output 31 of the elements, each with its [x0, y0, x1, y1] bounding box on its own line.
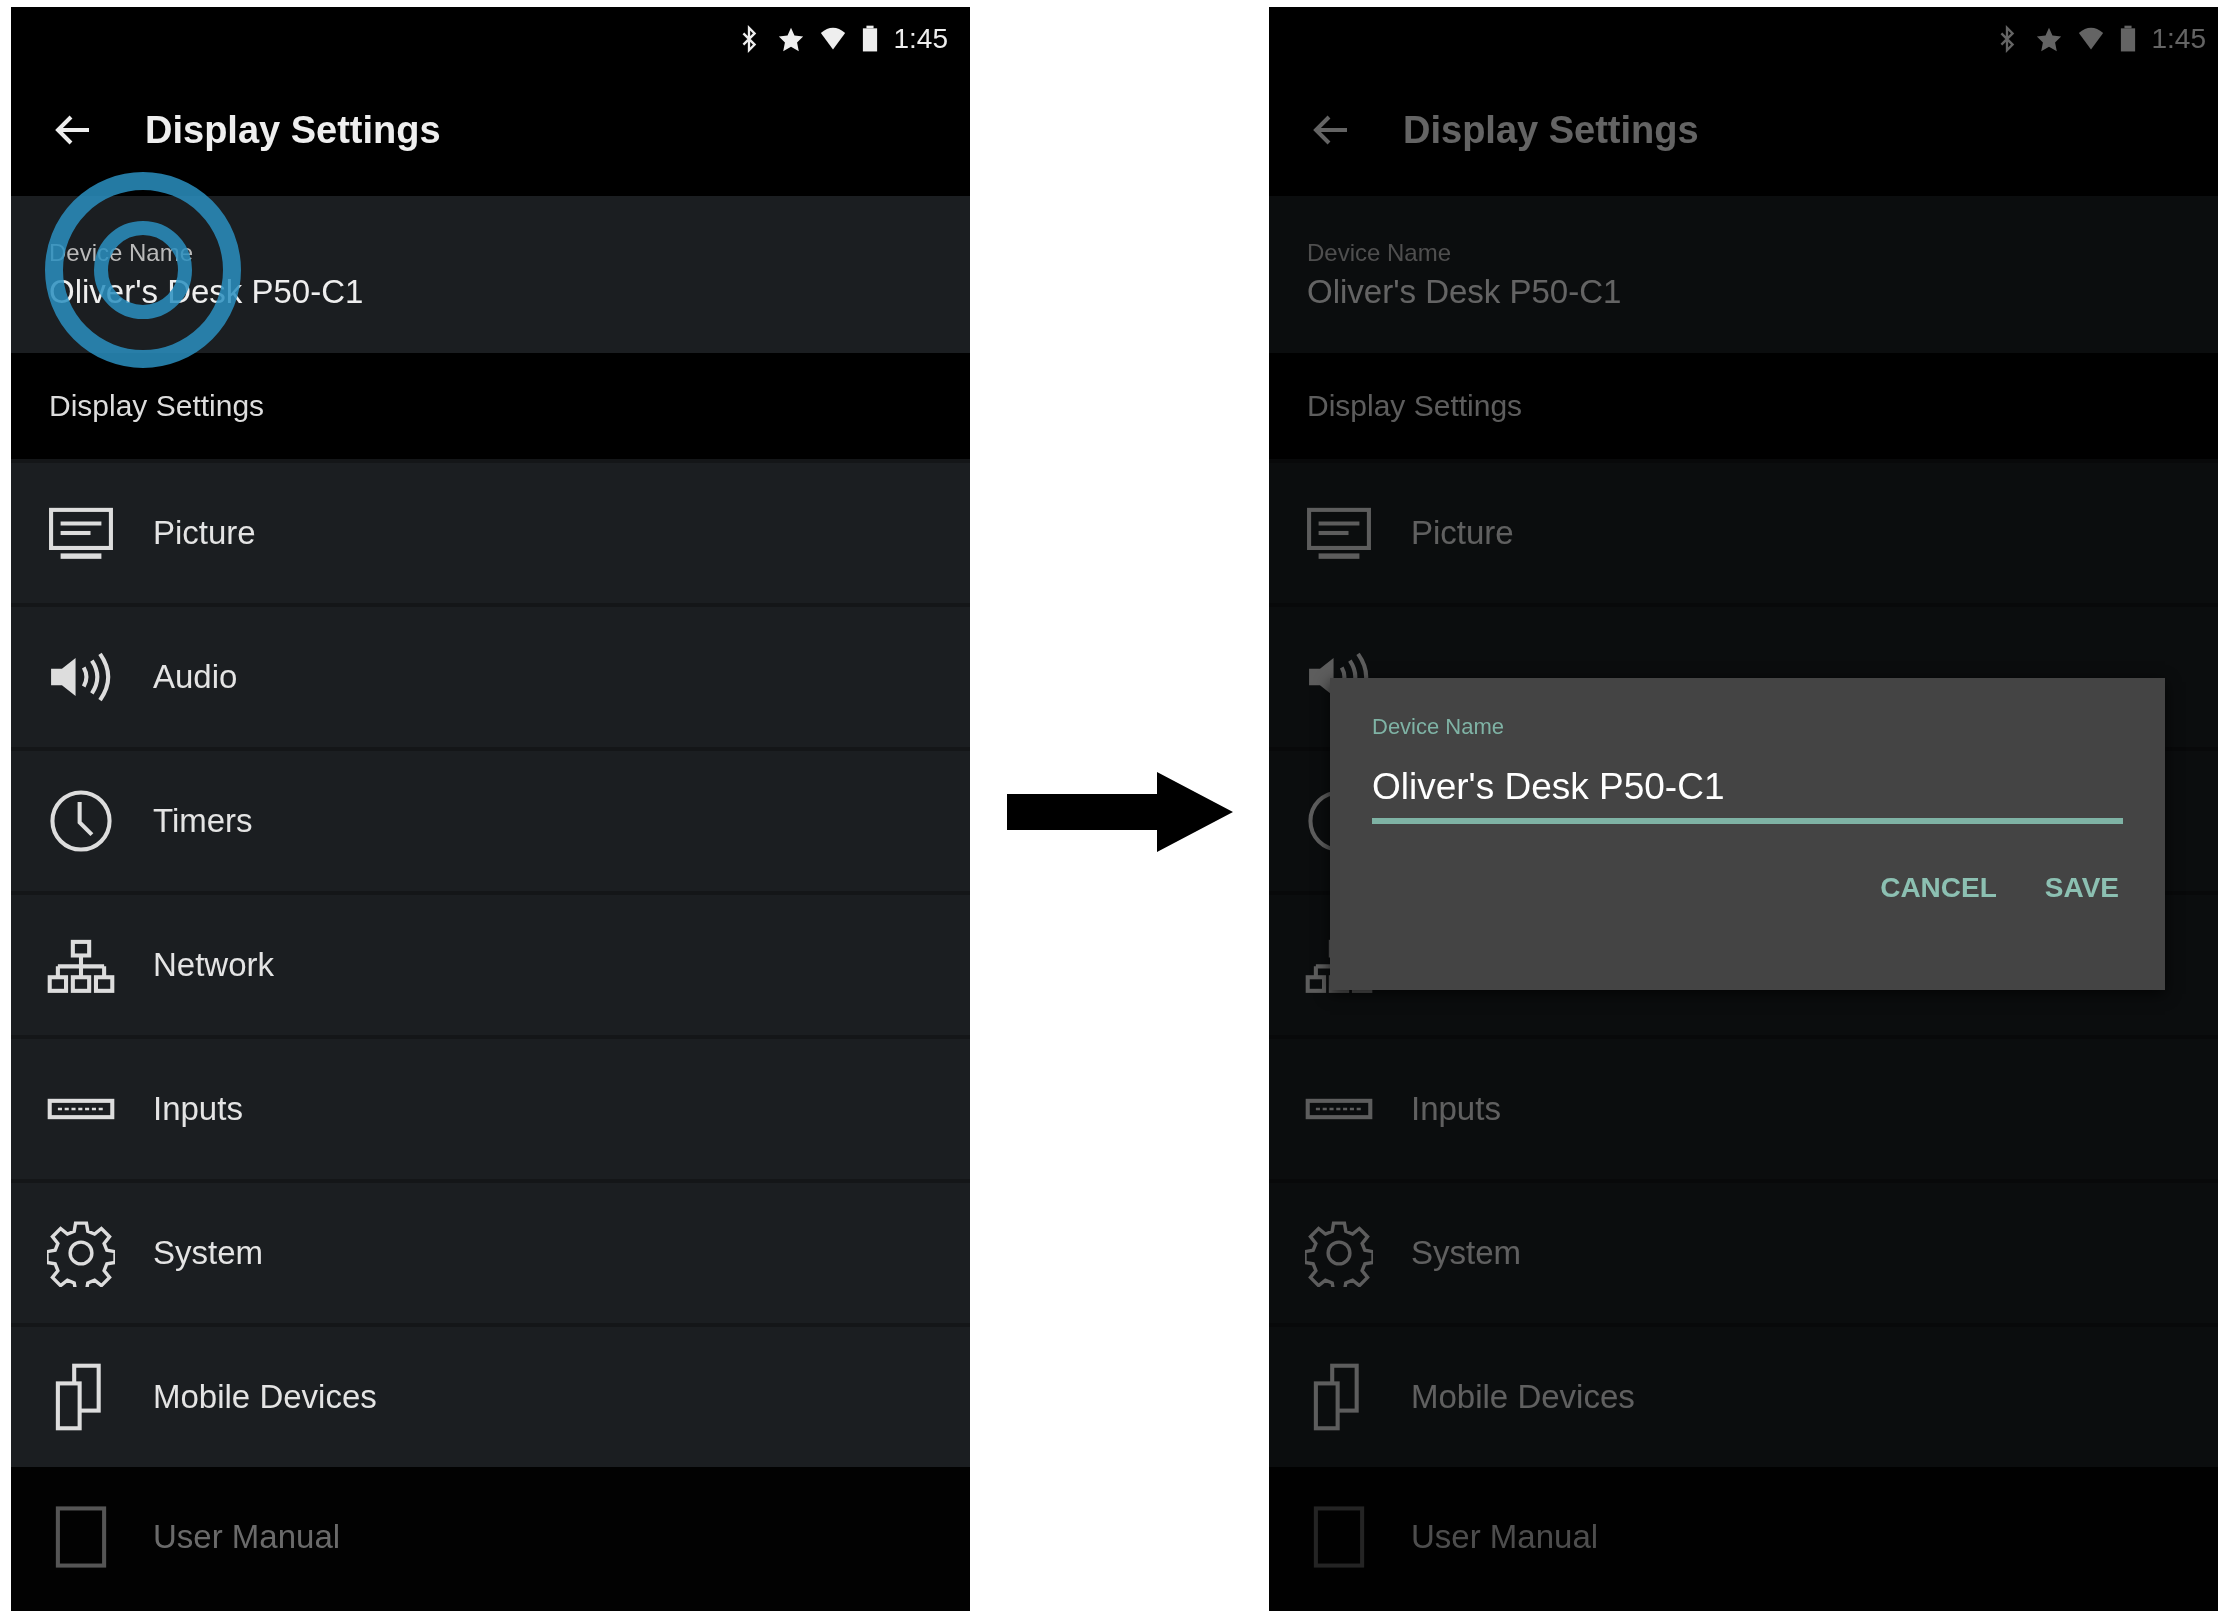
section-header: Display Settings [1307, 389, 1523, 423]
section-header: Display Settings [49, 389, 265, 423]
screen-title: Display Settings [1403, 108, 1699, 152]
battery-icon [861, 24, 878, 53]
dialog-button[interactable]: CANCEL [1876, 866, 2001, 910]
menu-item[interactable]: Network [11, 891, 970, 1035]
menu-item[interactable]: User Manual [1269, 1467, 2218, 1607]
menu-item[interactable]: Mobile Devices [1269, 1323, 2218, 1467]
field-label: Device Name [1372, 714, 1506, 740]
screen-title: Display Settings [145, 108, 441, 152]
menu-item[interactable]: User Manual [11, 1467, 970, 1607]
menu-item[interactable]: System [11, 1179, 970, 1323]
menu-item[interactable]: Picture [1269, 459, 2218, 603]
device-name-item[interactable]: Device Name Oliver's Desk P50-C1 [1269, 196, 2218, 353]
dialog-button[interactable]: SAVE [2040, 866, 2123, 910]
menu-item[interactable]: System [1269, 1179, 2218, 1323]
menu-item[interactable]: Audio [11, 603, 970, 747]
status-time: 1:45 [2151, 22, 2206, 55]
menu-item[interactable]: Inputs [11, 1035, 970, 1179]
menu-item[interactable]: Timers [11, 747, 970, 891]
menu-item[interactable]: Mobile Devices [11, 1323, 970, 1467]
gear-icon [1305, 1219, 1373, 1287]
status-time: 1:45 [893, 22, 948, 55]
device-name-label: Device Name [1307, 238, 1453, 267]
menu-item[interactable]: Inputs [1269, 1035, 2218, 1179]
gear-icon [47, 1219, 115, 1287]
menu-item[interactable]: Picture [11, 459, 970, 603]
device-name-value: Oliver's Desk P50-C1 [1307, 272, 1623, 311]
clock-icon [47, 787, 115, 855]
device-name-field[interactable]: Oliver's Desk P50-C1 [1372, 766, 2123, 824]
battery-icon [2119, 24, 2136, 53]
